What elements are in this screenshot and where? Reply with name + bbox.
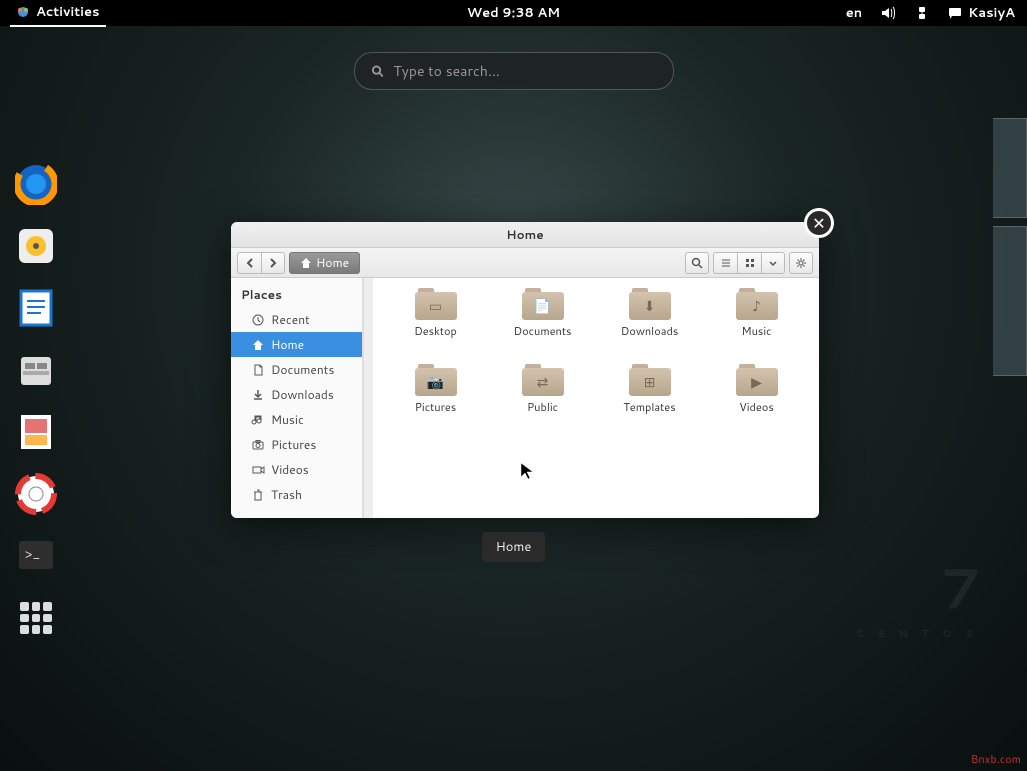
- centos-logo: 7 CENTOS: [856, 548, 987, 641]
- folder-desktop[interactable]: ▭ Desktop: [387, 288, 484, 358]
- nav-forward-button[interactable]: [261, 252, 285, 274]
- keyboard-lang[interactable]: en: [846, 4, 862, 22]
- view-list-button[interactable]: [713, 252, 737, 274]
- dock-files[interactable]: [12, 346, 60, 394]
- search-input[interactable]: [393, 61, 656, 81]
- folder-label: Music: [741, 323, 771, 339]
- folder-label: Documents: [514, 323, 572, 339]
- sidebar-scrollbar[interactable]: [363, 278, 373, 518]
- folder-label: Videos: [739, 399, 774, 415]
- user-name: KasiyA: [968, 4, 1015, 22]
- window-close-button[interactable]: ✕: [804, 208, 834, 238]
- view-grid-button[interactable]: [737, 252, 761, 274]
- sidebar-item-label: Music: [271, 411, 304, 428]
- search-button[interactable]: [685, 252, 709, 274]
- sidebar-item-pictures[interactable]: Pictures: [231, 432, 362, 457]
- dock-app-grid[interactable]: [12, 594, 60, 642]
- dock-rhythmbox[interactable]: [12, 222, 60, 270]
- folder-icon: ⬇: [629, 288, 671, 320]
- sidebar-item-label: Home: [271, 336, 304, 353]
- sidebar-item-home[interactable]: Home: [231, 332, 362, 357]
- folder-icon: 📷: [415, 364, 457, 396]
- folder-pictures[interactable]: 📷 Pictures: [387, 364, 484, 434]
- nav-back-button[interactable]: [237, 252, 261, 274]
- workspace-thumb-2[interactable]: [993, 226, 1027, 376]
- folder-templates[interactable]: ⊞ Templates: [601, 364, 698, 434]
- folder-icon: ▭: [415, 288, 457, 320]
- path-home-button[interactable]: Home: [289, 252, 360, 274]
- activities-icon: [16, 5, 30, 19]
- sidebar-item-trash[interactable]: Trash: [231, 482, 362, 507]
- window-tooltip: Home: [482, 532, 546, 562]
- folder-documents[interactable]: 📄 Documents: [494, 288, 591, 358]
- search-box[interactable]: [354, 52, 674, 90]
- sidebar-item-label: Documents: [271, 361, 334, 378]
- chat-icon: [948, 6, 962, 20]
- sidebar-heading-places: Places: [231, 278, 362, 307]
- file-manager-window: Home Home Places Recent Home Documents Down…: [231, 222, 819, 518]
- home-icon: [300, 257, 312, 269]
- folder-label: Public: [527, 399, 558, 415]
- top-bar: Activities Wed 9:38 AM en KasiyA: [0, 0, 1027, 26]
- gear-icon: [795, 257, 807, 269]
- folder-icon: ⇄: [522, 364, 564, 396]
- volume-icon[interactable]: [880, 5, 896, 21]
- sidebar-item-label: Trash: [271, 486, 302, 503]
- sidebar-item-label: Recent: [271, 311, 310, 328]
- dock-firefox[interactable]: [12, 160, 60, 208]
- sidebar-item-label: Videos: [271, 461, 309, 478]
- activities-label: Activities: [36, 3, 100, 21]
- folder-music[interactable]: ♪ Music: [708, 288, 805, 358]
- watermark: Bnxb.com: [971, 751, 1021, 767]
- folder-grid: ▭ Desktop 📄 Documents ⬇ Downloads ♪ Music 📷 Pictu…: [373, 278, 819, 518]
- network-icon[interactable]: [914, 5, 930, 21]
- search-icon: [371, 64, 384, 78]
- dock-help[interactable]: [12, 470, 60, 518]
- path-label: Home: [316, 254, 349, 271]
- folder-label: Downloads: [621, 323, 679, 339]
- sidebar-item-label: Downloads: [271, 386, 334, 403]
- window-titlebar[interactable]: Home: [231, 222, 819, 248]
- workspace-thumb-1[interactable]: [993, 118, 1027, 218]
- sidebar-item-documents[interactable]: Documents: [231, 357, 362, 382]
- window-title: Home: [506, 226, 543, 243]
- dock-writer[interactable]: [12, 284, 60, 332]
- folder-downloads[interactable]: ⬇ Downloads: [601, 288, 698, 358]
- svg-text:>_: >_: [25, 544, 40, 564]
- search-container: [354, 52, 674, 90]
- clock[interactable]: Wed 9:38 AM: [467, 4, 560, 22]
- folder-label: Pictures: [415, 399, 457, 415]
- user-menu[interactable]: KasiyA: [948, 4, 1015, 22]
- folder-videos[interactable]: ▶ Videos: [708, 364, 805, 434]
- folder-icon: ⊞: [629, 364, 671, 396]
- folder-label: Templates: [623, 399, 675, 415]
- sidebar-item-music[interactable]: Music: [231, 407, 362, 432]
- sidebar-item-recent[interactable]: Recent: [231, 307, 362, 332]
- folder-icon: 📄: [522, 288, 564, 320]
- settings-button[interactable]: [789, 252, 813, 274]
- dock-software[interactable]: [12, 408, 60, 456]
- sidebar-heading-devices: Devices: [231, 507, 362, 518]
- dock-terminal[interactable]: >_: [12, 532, 60, 580]
- folder-label: Desktop: [414, 323, 457, 339]
- toolbar: Home: [231, 248, 819, 278]
- workspace-switcher: [993, 118, 1027, 376]
- sidebar-item-label: Pictures: [271, 436, 316, 453]
- view-options-button[interactable]: [761, 252, 785, 274]
- sidebar-item-videos[interactable]: Videos: [231, 457, 362, 482]
- activities-button[interactable]: Activities: [10, 0, 106, 27]
- sidebar: Places Recent Home Documents Downloads Music…: [231, 278, 363, 518]
- dock: >_: [6, 160, 66, 642]
- folder-icon: ▶: [736, 364, 778, 396]
- folder-icon: ♪: [736, 288, 778, 320]
- folder-public[interactable]: ⇄ Public: [494, 364, 591, 434]
- sidebar-item-downloads[interactable]: Downloads: [231, 382, 362, 407]
